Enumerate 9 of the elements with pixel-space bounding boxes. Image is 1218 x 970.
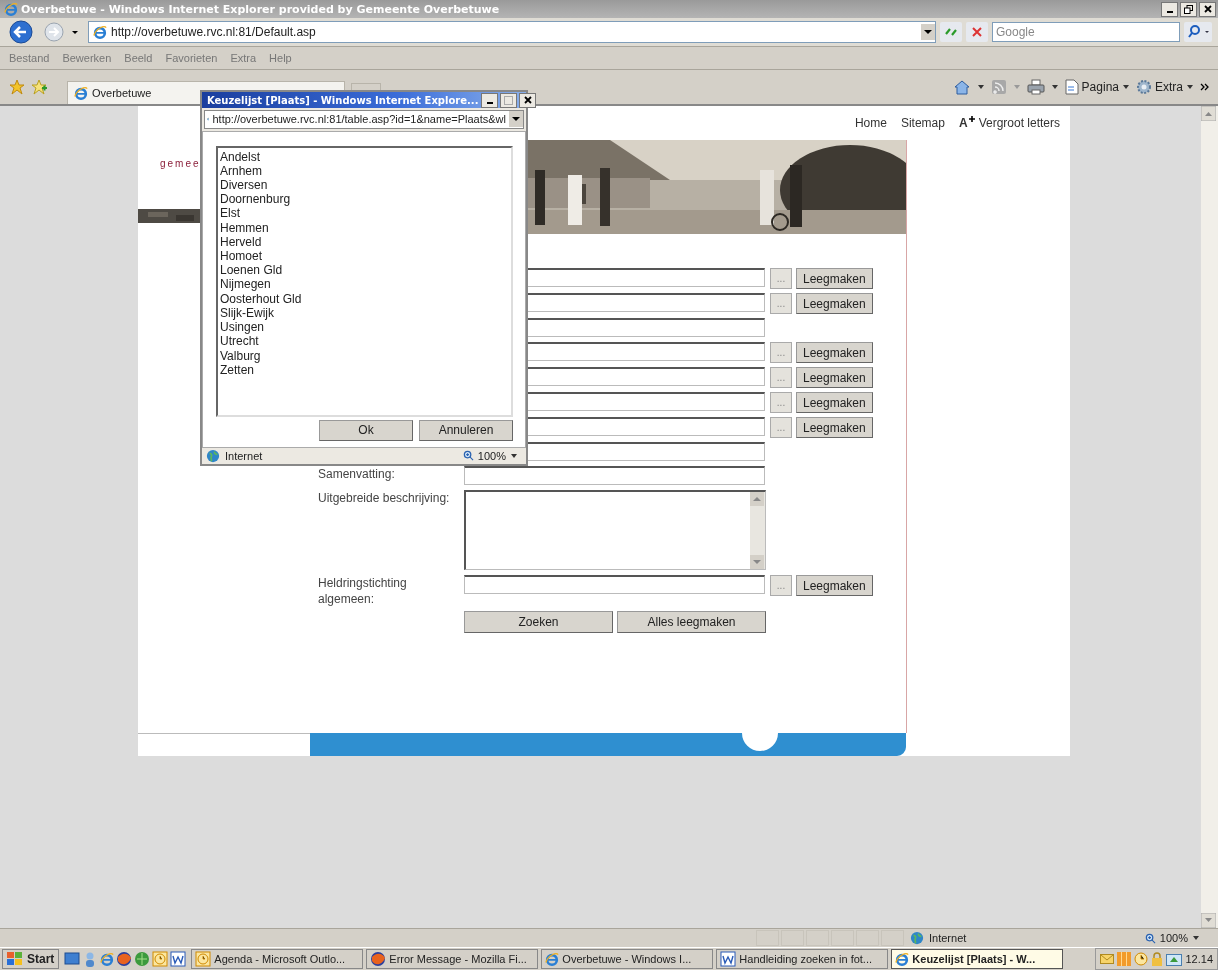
logo-text: gemee <box>160 158 202 169</box>
clock-time: 12.14 <box>1185 953 1213 965</box>
window-title: Overbetuwe - Windows Internet Explorer provided by Gemeente Overbetuwe <box>21 2 501 16</box>
window-title: Keuzelijst [Plaats] - Windows Internet Explore... <box>207 94 479 106</box>
status-zone: Internet <box>202 448 426 463</box>
field-label: Samenvatting: <box>318 466 396 482</box>
field-label: Uitgebreide beschrijving: <box>318 490 451 506</box>
status-zone: Internet <box>906 931 1130 945</box>
field-label: Heldringstichting algemeen: <box>318 575 408 607</box>
